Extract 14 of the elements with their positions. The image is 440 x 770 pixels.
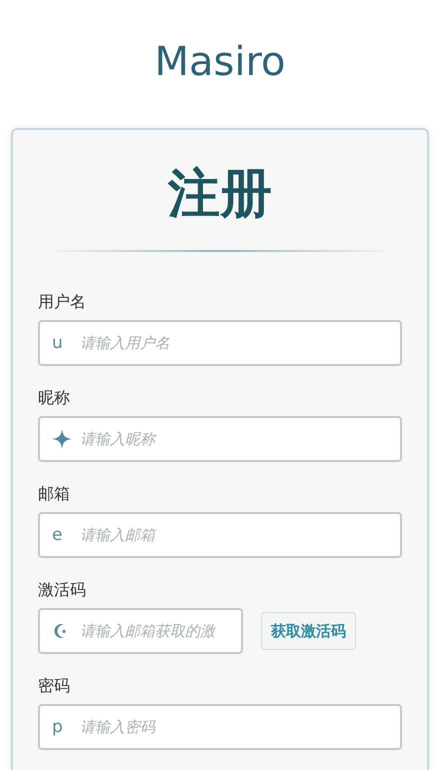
field-label: 昵称 <box>38 388 71 408</box>
app-title: Masiro <box>154 38 286 86</box>
field-prefix: p <box>52 718 64 736</box>
field-prefix: e <box>52 526 64 544</box>
input-field[interactable]: 请输入邮箱获取的激 <box>38 608 243 654</box>
get-code-button[interactable]: 获取激活码 <box>261 612 356 650</box>
star-icon <box>52 429 72 449</box>
form-heading: 注册 <box>168 163 272 226</box>
field-label: 用户名 <box>38 292 87 312</box>
field-label: 激活码 <box>38 580 87 600</box>
field-prefix: u <box>52 334 64 352</box>
field-label: 密码 <box>38 676 71 696</box>
input-field[interactable]: 请输入昵称 <box>38 416 402 462</box>
field-label: 邮箱 <box>38 484 71 504</box>
